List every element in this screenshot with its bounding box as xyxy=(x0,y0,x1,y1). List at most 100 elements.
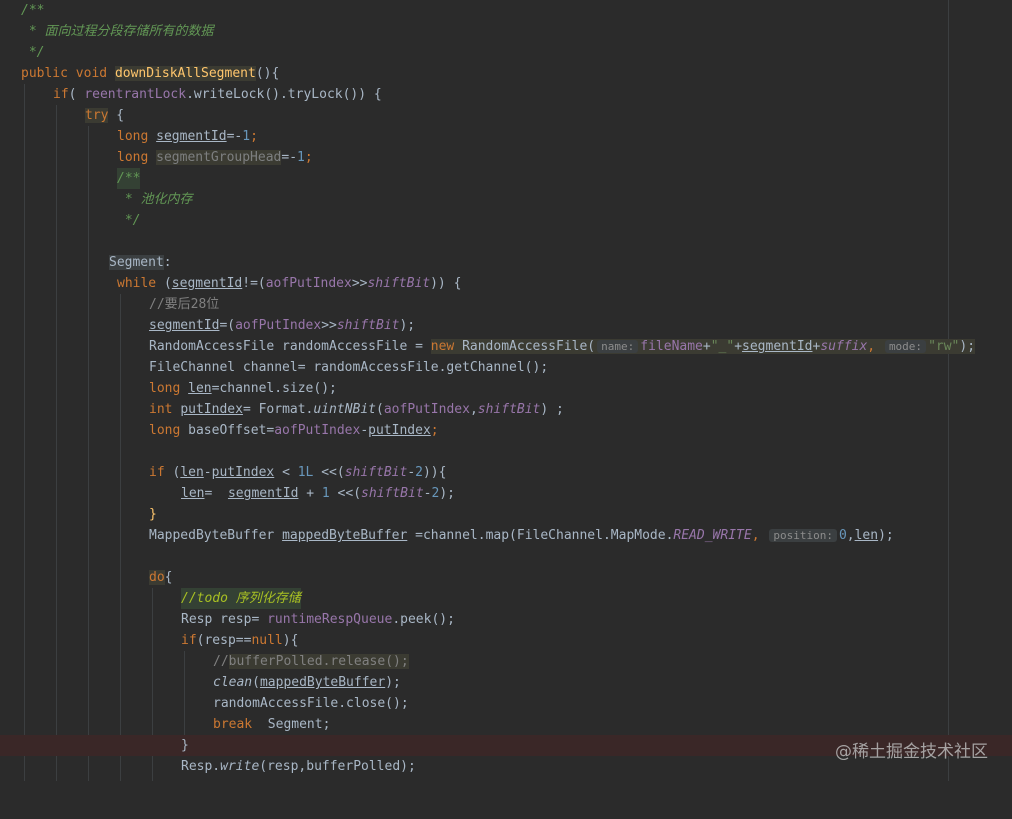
variable: segmentId xyxy=(742,339,813,354)
code-line[interactable]: clean(mappedByteBuffer); xyxy=(0,672,1012,693)
todo-comment: todo 序列化存储 xyxy=(196,591,301,606)
keyword: int xyxy=(149,402,173,417)
variable: segmentId xyxy=(171,276,243,291)
punctuation: ( xyxy=(376,402,384,417)
keyword: null xyxy=(251,633,283,648)
static-method: uintNBit xyxy=(313,402,377,417)
punctuation: ( xyxy=(164,465,181,480)
keyword: if xyxy=(181,633,197,648)
punctuation: ){ xyxy=(282,633,299,648)
code-text: =channel.map(FileChannel.MapMode. xyxy=(407,528,674,543)
code-line[interactable]: /** xyxy=(0,168,1012,189)
punctuation: ; xyxy=(304,150,313,165)
code-line[interactable]: long segmentId=-1; xyxy=(0,126,1012,147)
code-line[interactable]: long baseOffset=aofPutIndex-putIndex; xyxy=(0,420,1012,441)
variable: segmentId xyxy=(149,318,220,333)
code-line[interactable]: if (len-putIndex < 1L <<(shiftBit-2)){ xyxy=(0,462,1012,483)
code-line[interactable]: MappedByteBuffer mappedByteBuffer =chann… xyxy=(0,525,1012,546)
code-line[interactable]: } xyxy=(0,504,1012,525)
punctuation: ); xyxy=(385,675,401,690)
code-text: RandomAccessFile( xyxy=(454,339,596,354)
static-field: suffix xyxy=(820,339,868,354)
string-literal: "_" xyxy=(710,339,735,354)
punctuation: ) ; xyxy=(540,402,564,417)
code-line[interactable]: /** xyxy=(0,0,1012,21)
field-ref: fileName xyxy=(640,339,703,354)
punctuation: , xyxy=(846,528,855,543)
punctuation: ); xyxy=(959,339,976,354)
variable: segmentId xyxy=(156,129,227,144)
code-line[interactable]: len= segmentId + 1 <<(shiftBit-2); xyxy=(0,483,1012,504)
keyword: try xyxy=(85,108,109,123)
code-editor[interactable]: /** * 面向过程分段存储所有的数据 */ public void downD… xyxy=(0,0,1012,781)
doc-comment: /** xyxy=(21,3,45,18)
code-line[interactable]: * 面向过程分段存储所有的数据 xyxy=(0,21,1012,42)
code-line[interactable]: //todo 序列化存储 xyxy=(0,588,1012,609)
code-line[interactable]: * 池化内存 xyxy=(0,189,1012,210)
static-field: shiftBit xyxy=(344,465,408,480)
number: 1 xyxy=(242,129,251,144)
code-line[interactable]: FileChannel channel= randomAccessFile.ge… xyxy=(0,357,1012,378)
line-comment: bufferPolled.release(); xyxy=(228,654,409,669)
operator: + xyxy=(298,486,322,501)
unused-variable: segmentGroupHead xyxy=(156,150,282,165)
code-line[interactable]: while (segmentId!=(aofPutIndex>>shiftBit… xyxy=(0,273,1012,294)
code-text: (resp== xyxy=(196,633,252,648)
variable: mappedByteBuffer xyxy=(282,528,408,543)
code-line[interactable]: //要后28位 xyxy=(0,294,1012,315)
punctuation: , xyxy=(469,402,478,417)
code-line[interactable]: if( reentrantLock.writeLock().tryLock())… xyxy=(0,84,1012,105)
code-line[interactable]: if(resp==null){ xyxy=(0,630,1012,651)
keyword: if xyxy=(53,87,69,102)
code-line[interactable]: int putIndex= Format.uintNBit(aofPutInde… xyxy=(0,399,1012,420)
field-ref: aofPutIndex xyxy=(265,276,352,291)
code-line[interactable]: randomAccessFile.close(); xyxy=(0,693,1012,714)
code-text: baseOffset= xyxy=(180,423,275,438)
punctuation: { xyxy=(108,108,125,123)
watermark: @稀土掘金技术社区 xyxy=(835,742,988,762)
code-line[interactable]: RandomAccessFile randomAccessFile = new … xyxy=(0,336,1012,357)
keyword: while xyxy=(117,276,157,291)
loop-label: Segment xyxy=(109,255,164,270)
code-line[interactable]: try { xyxy=(0,105,1012,126)
variable: len xyxy=(180,465,204,480)
keyword: long xyxy=(149,381,181,396)
string-literal: "rw" xyxy=(928,339,960,354)
punctuation: )) { xyxy=(430,276,462,291)
code-line[interactable]: */ xyxy=(0,42,1012,63)
code-line[interactable]: */ xyxy=(0,210,1012,231)
operator: =( xyxy=(219,318,236,333)
code-line[interactable]: //bufferPolled.release(); xyxy=(0,651,1012,672)
operator: - xyxy=(407,465,416,480)
line-comment: //要后28位 xyxy=(149,297,220,312)
code-text: FileChannel channel= randomAccessFile.ge… xyxy=(149,360,549,375)
variable: len xyxy=(854,528,879,543)
operator: >> xyxy=(321,318,337,333)
code-line[interactable]: break Segment; xyxy=(0,714,1012,735)
code-line[interactable]: do{ xyxy=(0,567,1012,588)
code-line[interactable]: public void downDiskAllSegment(){ xyxy=(0,63,1012,84)
doc-comment: */ xyxy=(117,213,141,228)
punctuation: ( xyxy=(68,87,85,102)
code-line[interactable]: Segment: xyxy=(0,252,1012,273)
doc-comment: */ xyxy=(21,45,45,60)
punctuation: ; xyxy=(430,423,439,438)
code-line[interactable]: long len=channel.size(); xyxy=(0,378,1012,399)
punctuation: ( xyxy=(252,675,260,690)
operator: =- xyxy=(281,150,298,165)
code-text: Resp. xyxy=(181,759,221,774)
punctuation: (){ xyxy=(255,66,280,81)
variable: len xyxy=(188,381,212,396)
keyword: long xyxy=(117,129,149,144)
field-ref: aofPutIndex xyxy=(235,318,322,333)
code-line[interactable]: segmentId=(aofPutIndex>>shiftBit); xyxy=(0,315,1012,336)
number: 2 xyxy=(415,465,423,480)
static-field: shiftBit xyxy=(361,486,424,501)
code-line[interactable]: long segmentGroupHead=-1; xyxy=(0,147,1012,168)
punctuation: , xyxy=(751,528,768,543)
code-text: (resp,bufferPolled); xyxy=(259,759,416,774)
punctuation: { xyxy=(164,570,173,585)
field-ref: runtimeRespQueue xyxy=(267,612,393,627)
variable: mappedByteBuffer xyxy=(259,675,386,690)
code-line[interactable]: Resp resp= runtimeRespQueue.peek(); xyxy=(0,609,1012,630)
